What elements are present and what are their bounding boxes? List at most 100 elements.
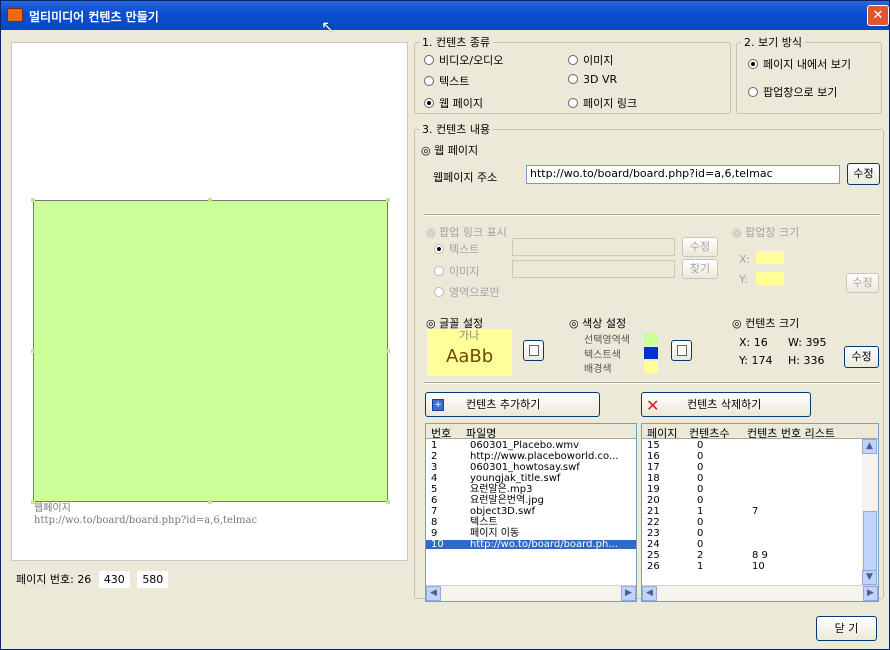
radio-popup-image[interactable]: 이미지 [434,263,479,279]
file-list-hscroll[interactable]: ◀ ▶ [426,585,636,601]
content-size-w: W: 395 [788,336,827,349]
page-list-vscroll[interactable]: ▲ ▼ [862,439,878,585]
text-color-label: 텍스트색 [584,350,621,361]
page-list-row[interactable]: 17 0 [642,463,878,473]
file-index: 10 [431,539,444,550]
close-button[interactable]: 닫 기 [816,616,877,641]
add-content-button[interactable]: + 컨텐츠 추가하기 [425,392,600,417]
content-region[interactable] [33,200,388,502]
page-list-row[interactable]: 15 0 [642,440,878,451]
select-area-color-swatch[interactable] [644,333,658,345]
page-list-row[interactable]: 18 0 [642,473,878,484]
popup-x-field[interactable] [756,251,784,264]
file-list-row[interactable]: 1 060301_Placebo.wmv [426,440,636,451]
page-list-row[interactable]: 23 0 [642,529,878,539]
resize-handle[interactable] [386,500,390,504]
popup-image-find-button[interactable]: 찾기 [682,259,718,279]
radio-icon [748,87,758,97]
radio-3dvr[interactable]: 3D VR [568,73,617,86]
font-picker-button[interactable] [523,340,544,361]
scroll-right-icon[interactable]: ▶ [863,586,878,601]
resize-handle[interactable] [386,198,390,202]
file-list-row[interactable]: 5 요런말은.mp3 [426,485,636,495]
scroll-down-icon[interactable]: ▼ [862,570,877,585]
page-number: 16 [647,451,660,462]
page-list-row[interactable]: 16 0 [642,451,878,462]
file-list-row[interactable]: 10 http://wo.to/board/board.ph... [426,539,636,550]
file-list-row[interactable]: 6 요런말은번역.jpg [426,496,636,506]
web-page-section-title: ◎ 웹 페이지 [421,144,479,157]
radio-text[interactable]: 텍스트 [424,73,469,89]
url-edit-button[interactable]: 수정 [847,163,880,185]
file-index: 2 [431,451,438,462]
radio-image[interactable]: 이미지 [568,52,613,68]
radio-icon [434,287,444,297]
scroll-left-icon[interactable]: ◀ [426,586,441,601]
content-count: 0 [697,539,704,550]
radio-web-page[interactable]: 웹 페이지 [424,95,483,111]
popup-y-field[interactable] [756,272,784,285]
content-count: 2 [697,550,704,561]
popup-text-input[interactable] [512,238,675,256]
resize-handle[interactable] [208,198,212,202]
page-list-hscroll[interactable]: ◀ ▶ [642,585,878,601]
divider [424,382,880,384]
delete-content-button[interactable]: ✕ 컨텐츠 삭제하기 [641,392,811,417]
radio-view-in-page[interactable]: 페이지 내에서 보기 [748,56,851,72]
content-count: 0 [697,495,704,506]
file-index: 8 [431,517,438,528]
color-picker-button[interactable] [671,340,692,361]
scroll-left-icon[interactable]: ◀ [642,586,657,601]
radio-page-link[interactable]: 페이지 링크 [568,95,637,111]
popup-text-edit-button[interactable]: 수정 [682,237,718,257]
file-list[interactable]: 번호 파일명 1 060301_Placebo.wmv 2 http://www.pl… [425,423,637,602]
file-name: 페이지 이동 [470,528,520,539]
radio-icon [424,55,434,65]
radio-icon [424,76,434,86]
resize-handle[interactable] [31,349,35,353]
resize-handle[interactable] [386,349,390,353]
radio-view-popup[interactable]: 팝업창으로 보기 [748,84,837,100]
scroll-right-icon[interactable]: ▶ [621,586,636,601]
radio-popup-text[interactable]: 텍스트 [434,241,479,257]
content-count: 0 [697,440,704,451]
file-list-row[interactable]: 4 youngjak_title.swf [426,474,636,484]
popup-size-edit-button[interactable]: 수정 [846,273,879,293]
file-list-row[interactable]: 3 060301_howtosay.swf [426,463,636,473]
file-list-row[interactable]: 7 object3D.swf [426,507,636,517]
radio-selected-icon [748,59,758,69]
content-count: 0 [697,473,704,484]
page-list[interactable]: 페이지 컨텐츠수 컨텐츠 번호 리스트 15 0 16 0 17 0 18 0 19 0 20 0 21… [641,423,879,602]
page-list-row[interactable]: 22 0 [642,518,878,528]
radio-icon [568,74,578,84]
popup-size-title: ◎ 팝업창 크기 [732,226,800,239]
radio-video-audio[interactable]: 비디오/오디오 [424,52,503,68]
page-list-row[interactable]: 21 1 7 [642,507,878,517]
close-window-button[interactable]: ✕ [867,5,889,26]
file-list-row[interactable]: 2 http://www.placeboworld.co... [426,451,636,462]
page-list-row[interactable]: 25 2 8 9 [642,550,878,561]
content-size-edit-button[interactable]: 수정 [844,346,879,368]
content-type-legend: 1. 컨텐츠 종류 [422,36,491,49]
page-list-row[interactable]: 24 0 [642,539,878,550]
scroll-up-icon[interactable]: ▲ [862,439,877,454]
divider [424,214,880,216]
file-list-row[interactable]: 9 페이지 이동 [426,528,636,539]
radio-popup-area[interactable]: 영역으로만 [434,284,500,300]
url-input[interactable]: http://wo.to/board/board.php?id=a,6,telm… [526,165,840,184]
file-name: 060301_Placebo.wmv [470,440,580,451]
bg-color-swatch[interactable] [644,361,658,373]
file-list-row[interactable]: 8 텍스트 [426,517,636,528]
resize-handle[interactable] [31,198,35,202]
view-mode-legend: 2. 보기 방식 [744,36,802,49]
radio-selected-icon [424,98,434,108]
page-list-row[interactable]: 26 1 10 [642,562,878,572]
page-preview[interactable]: 웹페이지 http://wo.to/board/board.php?id=a,6… [11,42,408,561]
popup-image-input[interactable] [512,260,675,278]
scroll-thumb[interactable] [863,511,877,571]
page-list-row[interactable]: 20 0 [642,495,878,506]
page-number: 25 [647,550,660,561]
page-list-row[interactable]: 19 0 [642,485,878,495]
file-name: http://www.placeboworld.co... [470,451,619,462]
text-color-swatch[interactable] [644,347,658,359]
